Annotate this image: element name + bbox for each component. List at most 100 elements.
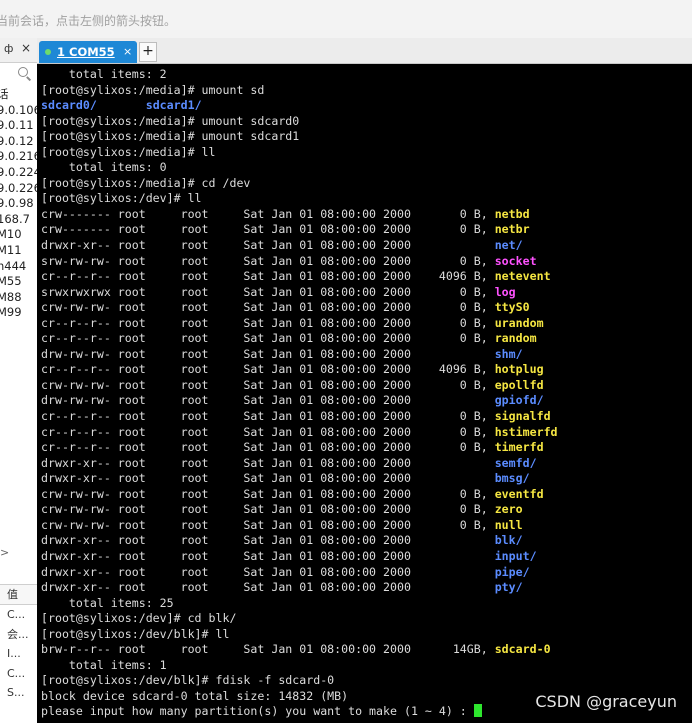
terminal-line: please input how many partition(s) you w… <box>41 704 558 720</box>
terminal-text: total items: 25 <box>41 595 174 610</box>
property-item: C... <box>7 608 26 621</box>
terminal-text: total items: 1 <box>41 657 167 672</box>
session-item[interactable]: 话 <box>0 87 37 103</box>
terminal-line: [root@sylixos:/media]# cd /dev <box>41 176 558 192</box>
session-item[interactable]: 9.0.98 <box>0 196 37 212</box>
terminal-line: [root@sylixos:/dev]# cd blk/ <box>41 611 558 627</box>
session-item[interactable]: M11 <box>0 243 37 259</box>
terminal-text: cr--r--r-- root root Sat Jan 01 08:00:00… <box>41 409 495 424</box>
terminal-line: cr--r--r-- root root Sat Jan 01 08:00:00… <box>41 331 558 347</box>
terminal-line: srw-rw-rw- root root Sat Jan 01 08:00:00… <box>41 254 558 270</box>
terminal-entry-name: signalfd <box>494 409 551 424</box>
session-item[interactable]: 9.0.226 <box>0 181 37 197</box>
terminal-line: total items: 25 <box>41 596 558 612</box>
terminal-line: crw-rw-rw- root root Sat Jan 01 08:00:00… <box>41 502 558 518</box>
terminal-line: drwxr-xr-- root root Sat Jan 01 08:00:00… <box>41 565 558 581</box>
terminal-line: block device sdcard-0 total size: 14832 … <box>41 689 558 705</box>
terminal-cursor <box>473 704 482 718</box>
terminal-line: crw-rw-rw- root root Sat Jan 01 08:00:00… <box>41 487 558 503</box>
terminal-text: crw-rw-rw- root root Sat Jan 01 08:00:00… <box>41 377 495 392</box>
session-panel-header: ф × <box>0 38 37 63</box>
terminal-text: drwxr-xr-- root root Sat Jan 01 08:00:00… <box>41 471 495 486</box>
terminal-line: drwxr-xr-- root root Sat Jan 01 08:00:00… <box>41 471 558 487</box>
terminal-text: cr--r--r-- root root Sat Jan 01 08:00:00… <box>41 424 495 439</box>
terminal-entry-name: sdcard0/ <box>41 98 97 113</box>
terminal-entry-name: timerfd <box>494 440 544 455</box>
terminal-text: drwxr-xr-- root root Sat Jan 01 08:00:00… <box>41 548 495 563</box>
terminal-entry-name: shm/ <box>494 346 523 361</box>
search-icon[interactable] <box>18 67 28 77</box>
tab-label: 1 COM55 <box>57 45 115 59</box>
property-panel: 值 C... 会... I... C... S... <box>0 584 37 703</box>
session-item[interactable]: 168.7 <box>0 212 37 228</box>
session-item[interactable]: 9.0.11 <box>0 118 37 134</box>
terminal-line: crw------- root root Sat Jan 01 08:00:00… <box>41 222 558 238</box>
terminal-entry-name: gpiofd/ <box>494 393 544 408</box>
terminal-text: total items: 0 <box>41 160 167 175</box>
session-item[interactable]: 9.0.12 <box>0 134 37 150</box>
session-item[interactable]: M10 <box>0 227 37 243</box>
property-item: S... <box>7 686 25 699</box>
terminal-entry-name: pty/ <box>494 580 523 595</box>
terminal-entry-name: null <box>494 517 523 532</box>
property-item: 会... <box>7 627 29 641</box>
terminal-text: [root@sylixos:/media]# ll <box>41 144 216 159</box>
terminal-text: brw-r--r-- root root Sat Jan 01 08:00:00… <box>41 642 495 657</box>
tab-close-icon[interactable]: × <box>123 41 132 63</box>
session-item[interactable]: M99 <box>0 305 37 321</box>
terminal-text: [root@sylixos:/media]# umount sdcard1 <box>41 129 300 144</box>
terminal-line: drwxr-xr-- root root Sat Jan 01 08:00:00… <box>41 580 558 596</box>
session-item[interactable]: n444 <box>0 259 37 275</box>
terminal-line: brw-r--r-- root root Sat Jan 01 08:00:00… <box>41 642 558 658</box>
terminal-text: drw-rw-rw- root root Sat Jan 01 08:00:00… <box>41 393 495 408</box>
terminal-line: [root@sylixos:/dev/blk]# fdisk -f sdcard… <box>41 673 558 689</box>
terminal-text: [root@sylixos:/media]# umount sd <box>41 82 265 97</box>
terminal-entry-name: sdcard-0 <box>494 642 551 657</box>
terminal-entry-name: hstimerfd <box>494 424 558 439</box>
terminal-line: [root@sylixos:/dev]# ll <box>41 191 558 207</box>
terminal-text: crw------- root root Sat Jan 01 08:00:00… <box>41 206 495 221</box>
terminal-entry-name: bmsg/ <box>494 471 530 486</box>
terminal-line: total items: 0 <box>41 160 558 176</box>
terminal-entry-name: socket <box>494 253 537 268</box>
terminal-text: drwxr-xr-- root root Sat Jan 01 08:00:00… <box>41 564 495 579</box>
session-item[interactable]: 9.0.216 <box>0 149 37 165</box>
session-hint-bar: 当前会话，点击左侧的箭头按钮。 <box>0 0 692 39</box>
terminal[interactable]: total items: 2 [root@sylixos:/media]# umo… <box>37 64 692 723</box>
terminal-text: drwxr-xr-- root root Sat Jan 01 08:00:00… <box>41 580 495 595</box>
terminal-text: please input how many partition(s) you w… <box>41 704 474 719</box>
terminal-line: crw-rw-rw- root root Sat Jan 01 08:00:00… <box>41 300 558 316</box>
session-panel: ф × 话9.0.1069.0.119.0.129.0.2169.0.2249.… <box>0 38 38 723</box>
terminal-line: cr--r--r-- root root Sat Jan 01 08:00:00… <box>41 440 558 456</box>
terminal-line: sdcard0/ sdcard1/ <box>41 98 558 114</box>
terminal-text: cr--r--r-- root root Sat Jan 01 08:00:00… <box>41 440 495 455</box>
session-item[interactable]: 9.0.106 <box>0 103 37 119</box>
terminal-entry-name: pipe/ <box>494 564 530 579</box>
terminal-text: [root@sylixos:/media]# umount sdcard0 <box>41 113 300 128</box>
close-panel-icon[interactable]: × <box>21 41 31 55</box>
session-item[interactable]: 9.0.224 <box>0 165 37 181</box>
property-list: C... 会... I... C... S... <box>0 605 37 703</box>
terminal-line: [root@sylixos:/media]# umount sdcard0 <box>41 114 558 130</box>
terminal-text: srw-rw-rw- root root Sat Jan 01 08:00:00… <box>41 253 495 268</box>
terminal-entry-name: eventfd <box>494 486 544 501</box>
terminal-entry-name: urandom <box>494 315 544 330</box>
session-item[interactable]: M55 <box>0 274 37 290</box>
new-tab-button[interactable]: + <box>139 42 157 62</box>
terminal-line: total items: 1 <box>41 658 558 674</box>
terminal-text: [root@sylixos:/dev]# ll <box>41 191 202 206</box>
terminal-text: srwxrwxrwx root root Sat Jan 01 08:00:00… <box>41 284 495 299</box>
terminal-entry-name: blk/ <box>494 533 523 548</box>
terminal-text: drwxr-xr-- root root Sat Jan 01 08:00:00… <box>41 455 495 470</box>
terminal-entry-name: sdcard1/ <box>145 98 202 113</box>
expand-arrow-icon[interactable]: > <box>0 546 9 559</box>
terminal-text: block device sdcard-0 total size: 14832 … <box>41 688 349 703</box>
property-item: I... <box>7 647 21 660</box>
terminal-text: cr--r--r-- root root Sat Jan 01 08:00:00… <box>41 315 495 330</box>
terminal-text: crw-rw-rw- root root Sat Jan 01 08:00:00… <box>41 517 495 532</box>
session-item[interactable]: M88 <box>0 290 37 306</box>
tab-com55[interactable]: 1 COM55 × <box>39 41 137 63</box>
property-header: 值 <box>0 584 37 605</box>
pin-icon[interactable]: ф <box>4 42 13 55</box>
